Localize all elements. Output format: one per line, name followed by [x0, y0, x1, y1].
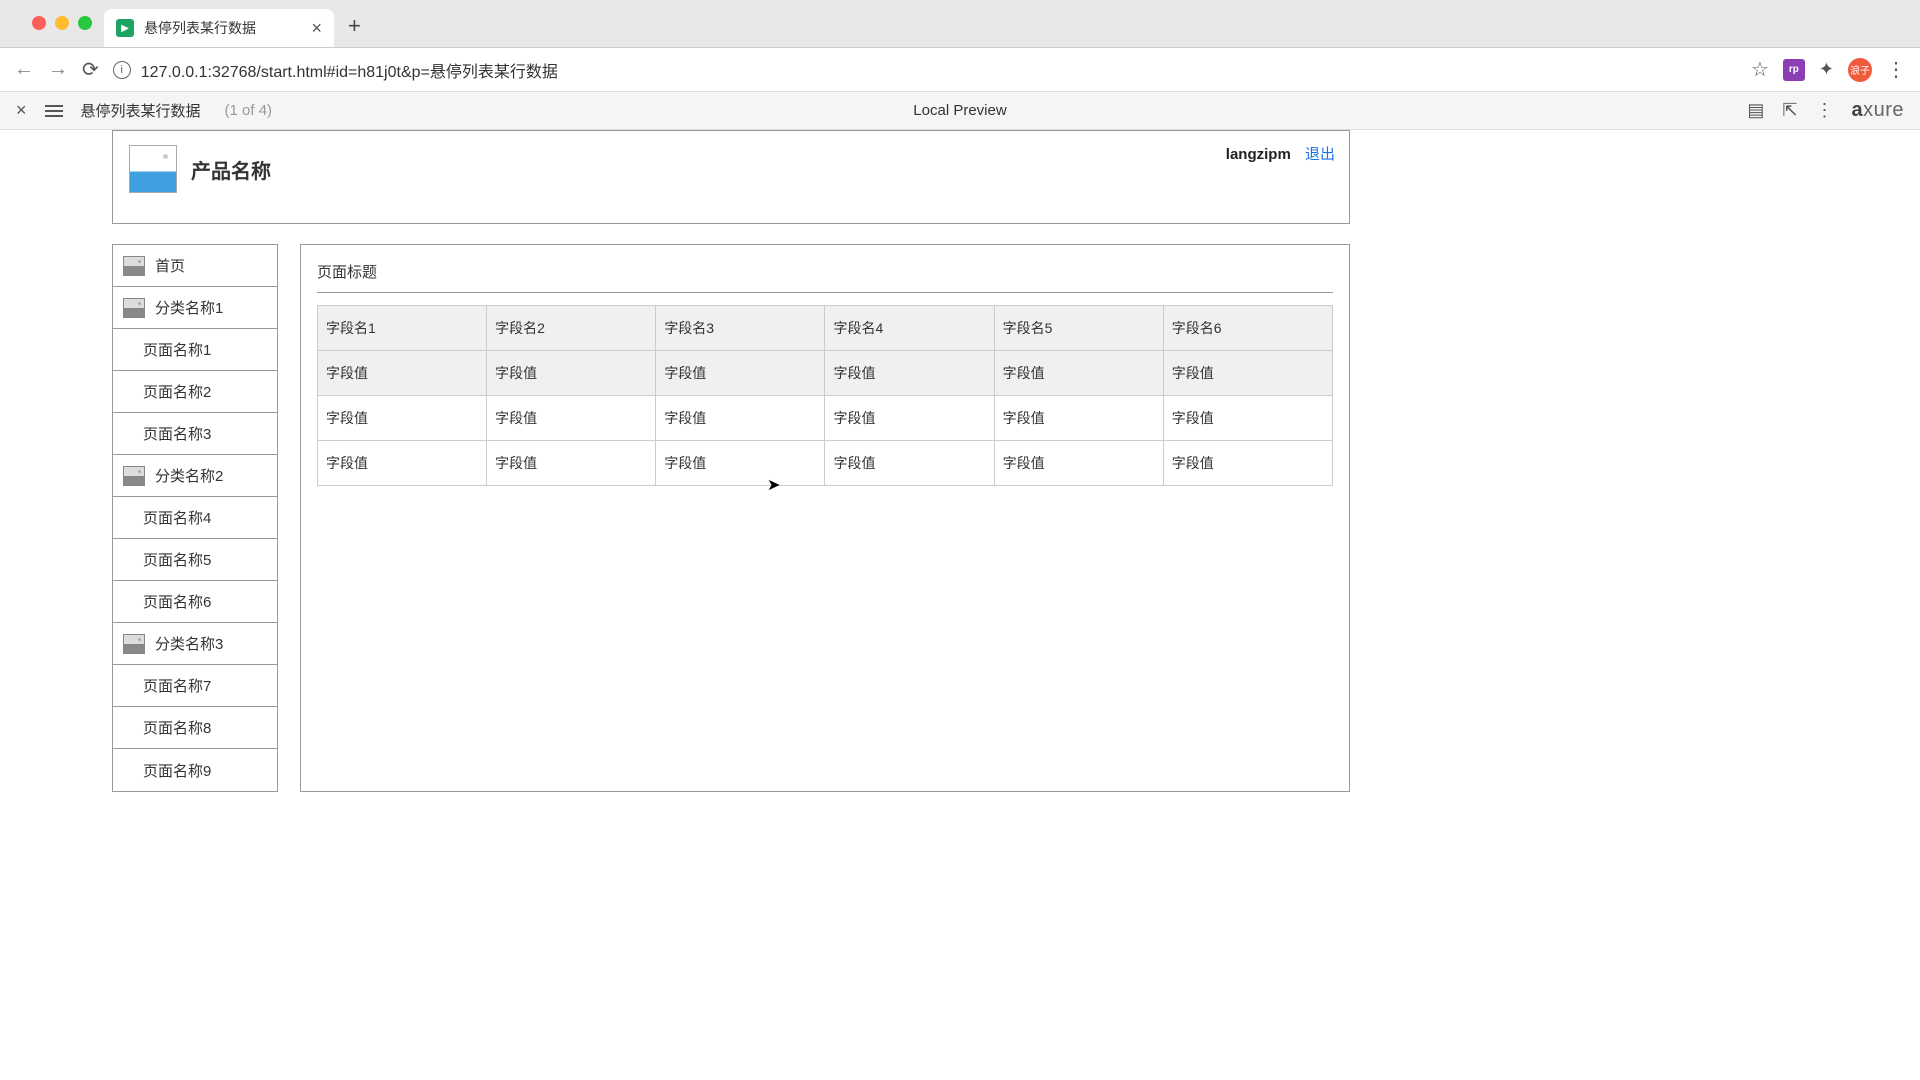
- column-header: 字段名2: [487, 306, 656, 351]
- table-cell: 字段值: [1163, 396, 1332, 441]
- sidebar-sub-item[interactable]: 页面名称2: [113, 371, 277, 413]
- username-label: langzipm: [1226, 146, 1291, 163]
- sidebar-sub-item[interactable]: 页面名称4: [113, 497, 277, 539]
- sidebar-item-label: 页面名称6: [143, 591, 211, 612]
- folder-icon: [123, 298, 145, 318]
- profile-avatar-icon[interactable]: 浪子: [1848, 58, 1872, 82]
- axure-logo: axure: [1851, 99, 1904, 122]
- table-cell: 字段值: [318, 396, 487, 441]
- sidebar-item-label: 页面名称1: [143, 339, 211, 360]
- window-close-icon[interactable]: [32, 16, 46, 30]
- product-name: 产品名称: [191, 155, 271, 184]
- sidebar-category-item[interactable]: 首页: [113, 245, 277, 287]
- table-cell: 字段值: [656, 441, 825, 486]
- axure-toolbar: × 悬停列表某行数据 (1 of 4) Local Preview ▤ ⇱ ⋮ …: [0, 92, 1920, 130]
- browser-tab-bar: ▶ 悬停列表某行数据 × +: [0, 0, 1920, 48]
- axure-page-name: 悬停列表某行数据: [81, 100, 201, 121]
- table-cell: 字段值: [656, 351, 825, 396]
- panel-title: 页面标题: [317, 261, 1333, 293]
- folder-icon: [123, 256, 145, 276]
- back-button[interactable]: ←: [14, 58, 34, 81]
- browser-address-bar: ← → ⟳ i 127.0.0.1:32768/start.html#id=h8…: [0, 48, 1920, 92]
- table-cell: 字段值: [318, 441, 487, 486]
- sidebar-item-label: 首页: [155, 255, 185, 276]
- table-cell: 字段值: [1163, 351, 1332, 396]
- sidebar-item-label: 分类名称1: [155, 297, 223, 318]
- sidebar-sub-item[interactable]: 页面名称1: [113, 329, 277, 371]
- sidebar-item-label: 页面名称3: [143, 423, 211, 444]
- sidebar-sub-item[interactable]: 页面名称8: [113, 707, 277, 749]
- forward-button[interactable]: →: [48, 58, 68, 81]
- column-header: 字段名1: [318, 306, 487, 351]
- tab-close-icon[interactable]: ×: [311, 19, 322, 37]
- table-row[interactable]: 字段值字段值字段值字段值字段值字段值: [318, 351, 1333, 396]
- new-tab-button[interactable]: +: [348, 15, 361, 37]
- table-cell: 字段值: [994, 441, 1163, 486]
- browser-tab[interactable]: ▶ 悬停列表某行数据 ×: [104, 9, 334, 47]
- notes-icon[interactable]: ▤: [1747, 100, 1764, 121]
- sidebar-item-label: 页面名称5: [143, 549, 211, 570]
- sidebar-item-label: 页面名称9: [143, 760, 211, 781]
- folder-icon: [123, 466, 145, 486]
- tab-title: 悬停列表某行数据: [144, 18, 256, 38]
- table-cell: 字段值: [1163, 441, 1332, 486]
- table-row[interactable]: 字段值字段值字段值字段值字段值字段值: [318, 396, 1333, 441]
- sidebar-sub-item[interactable]: 页面名称9: [113, 749, 277, 791]
- main-panel: 页面标题 字段名1字段名2字段名3字段名4字段名5字段名6 字段值字段值字段值字…: [300, 244, 1350, 792]
- hamburger-icon[interactable]: [45, 105, 63, 117]
- column-header: 字段名4: [825, 306, 994, 351]
- sidebar-category-item[interactable]: 分类名称3: [113, 623, 277, 665]
- product-logo-icon: [129, 145, 177, 193]
- table-cell: 字段值: [487, 351, 656, 396]
- site-info-icon[interactable]: i: [113, 61, 131, 79]
- sidebar-item-label: 页面名称2: [143, 381, 211, 402]
- local-preview-label: Local Preview: [913, 102, 1006, 119]
- window-minimize-icon[interactable]: [55, 16, 69, 30]
- sidebar-sub-item[interactable]: 页面名称6: [113, 581, 277, 623]
- reload-button[interactable]: ⟳: [82, 57, 99, 82]
- sidebar-category-item[interactable]: 分类名称2: [113, 455, 277, 497]
- sidebar-item-label: 页面名称7: [143, 675, 211, 696]
- table-cell: 字段值: [656, 396, 825, 441]
- page-canvas: 产品名称 langzipm 退出 首页分类名称1 页面名称1 页面名称2 页面名称3 分…: [24, 130, 1920, 1080]
- folder-icon: [123, 634, 145, 654]
- sidebar-sub-item[interactable]: 页面名称7: [113, 665, 277, 707]
- export-icon[interactable]: ⇱: [1782, 100, 1797, 121]
- browser-menu-icon[interactable]: ⋮: [1886, 57, 1906, 82]
- table-cell: 字段值: [825, 441, 994, 486]
- more-icon[interactable]: ⋮: [1815, 100, 1833, 121]
- table-cell: 字段值: [994, 351, 1163, 396]
- table-cell: 字段值: [825, 396, 994, 441]
- close-panel-icon[interactable]: ×: [16, 100, 27, 121]
- page-header: 产品名称 langzipm 退出: [112, 130, 1350, 224]
- sidebar: 首页分类名称1 页面名称1 页面名称2 页面名称3 分类名称2 页面名称4 页面名称5 页面名…: [112, 244, 278, 792]
- table-header-row: 字段名1字段名2字段名3字段名4字段名5字段名6: [318, 306, 1333, 351]
- column-header: 字段名3: [656, 306, 825, 351]
- table-cell: 字段值: [994, 396, 1163, 441]
- sidebar-item-label: 分类名称3: [155, 633, 223, 654]
- sidebar-sub-item[interactable]: 页面名称5: [113, 539, 277, 581]
- extensions-icon[interactable]: ✦: [1819, 59, 1834, 80]
- axure-page-count: (1 of 4): [225, 102, 273, 119]
- column-header: 字段名6: [1163, 306, 1332, 351]
- sidebar-item-label: 分类名称2: [155, 465, 223, 486]
- tab-favicon-icon: ▶: [116, 19, 134, 37]
- table-cell: 字段值: [487, 441, 656, 486]
- table-row[interactable]: 字段值字段值字段值字段值字段值字段值: [318, 441, 1333, 486]
- column-header: 字段名5: [994, 306, 1163, 351]
- data-table: 字段名1字段名2字段名3字段名4字段名5字段名6 字段值字段值字段值字段值字段值…: [317, 305, 1333, 486]
- table-cell: 字段值: [825, 351, 994, 396]
- extension-rp-icon[interactable]: rp: [1783, 59, 1805, 81]
- table-cell: 字段值: [487, 396, 656, 441]
- sidebar-item-label: 页面名称4: [143, 507, 211, 528]
- sidebar-item-label: 页面名称8: [143, 717, 211, 738]
- url-text[interactable]: 127.0.0.1:32768/start.html#id=h81j0t&p=悬…: [141, 58, 558, 82]
- table-cell: 字段值: [318, 351, 487, 396]
- logout-link[interactable]: 退出: [1305, 146, 1335, 163]
- bookmark-icon[interactable]: ☆: [1751, 57, 1769, 82]
- sidebar-category-item[interactable]: 分类名称1: [113, 287, 277, 329]
- window-maximize-icon[interactable]: [78, 16, 92, 30]
- sidebar-sub-item[interactable]: 页面名称3: [113, 413, 277, 455]
